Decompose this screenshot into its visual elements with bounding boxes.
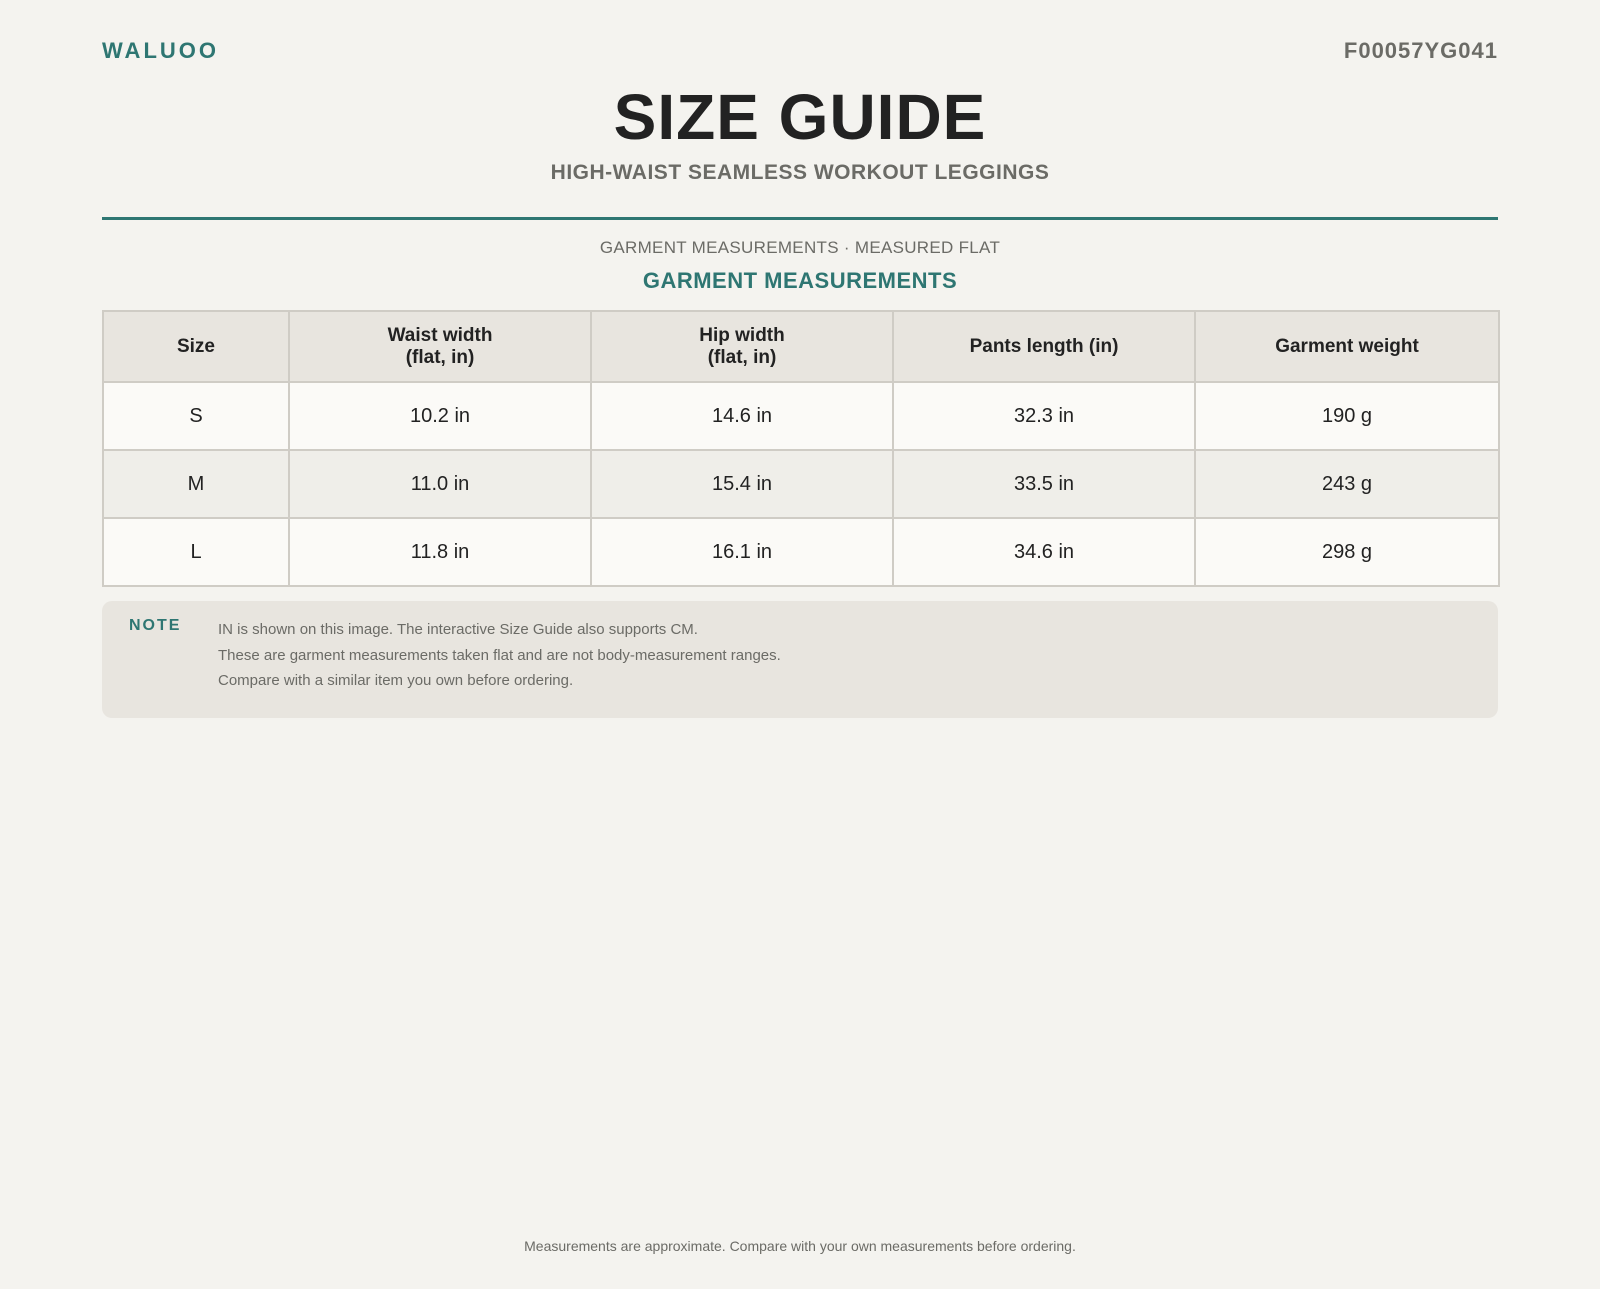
section-caption: GARMENT MEASUREMENTS · MEASURED FLAT xyxy=(599,238,1001,257)
table-cell-hip: 16.1 in xyxy=(590,517,894,587)
table-cell-length: 33.5 in xyxy=(892,449,1196,519)
column-header-pants-length: Pants length (in) xyxy=(892,310,1196,383)
table-cell-size: M xyxy=(102,449,290,519)
table-cell-length: 34.6 in xyxy=(892,517,1196,587)
table-row: M 11.0 in 15.4 in 33.5 in 243 g xyxy=(102,449,1500,519)
column-header-size: Size xyxy=(102,310,290,383)
table-cell-waist: 10.2 in xyxy=(288,381,592,451)
table-cell-size: L xyxy=(102,517,290,587)
table-cell-size: S xyxy=(102,381,290,451)
note-line: Compare with a similar item you own befo… xyxy=(218,672,574,689)
section-title: GARMENT MEASUREMENTS xyxy=(642,268,958,293)
size-table: Size Waist width (flat, in) Hip width (f… xyxy=(102,310,1500,587)
table-cell-length: 32.3 in xyxy=(892,381,1196,451)
column-header-hip-width: Hip width (flat, in) xyxy=(590,310,894,383)
product-code: F00057YG041 xyxy=(1343,38,1498,63)
header-divider xyxy=(102,217,1498,220)
note-label: NOTE xyxy=(129,617,182,634)
column-header-waist-width: Waist width (flat, in) xyxy=(288,310,592,383)
footer-disclaimer: Measurements are approximate. Compare wi… xyxy=(524,1238,1076,1254)
table-cell-weight: 243 g xyxy=(1194,449,1500,519)
table-cell-waist: 11.0 in xyxy=(288,449,592,519)
size-guide-page: WALUOO F00057YG041 SIZE GUIDE HIGH-WAIST… xyxy=(102,0,1500,1254)
table-row: L 11.8 in 16.1 in 34.6 in 298 g xyxy=(102,517,1500,587)
brand-logo: WALUOO xyxy=(102,38,219,63)
table-row: S 10.2 in 14.6 in 32.3 in 190 g xyxy=(102,381,1500,451)
table-cell-hip: 15.4 in xyxy=(590,449,894,519)
column-header-garment-weight: Garment weight xyxy=(1194,310,1500,383)
page-title: SIZE GUIDE xyxy=(613,81,987,153)
note-line: These are garment measurements taken fla… xyxy=(218,646,781,664)
table-cell-weight: 298 g xyxy=(1194,517,1500,587)
note-text: IN is shown on this image. The interacti… xyxy=(218,617,781,694)
table-cell-waist: 11.8 in xyxy=(288,517,592,587)
table-header-row: Size Waist width (flat, in) Hip width (f… xyxy=(102,310,1500,383)
table-cell-weight: 190 g xyxy=(1194,381,1500,451)
note-box: NOTE IN is shown on this image. The inte… xyxy=(102,601,1498,718)
table-cell-hip: 14.6 in xyxy=(590,381,894,451)
product-subtitle: HIGH-WAIST SEAMLESS WORKOUT LEGGINGS xyxy=(550,161,1050,184)
note-line: IN is shown on this image. The interacti… xyxy=(218,621,698,638)
